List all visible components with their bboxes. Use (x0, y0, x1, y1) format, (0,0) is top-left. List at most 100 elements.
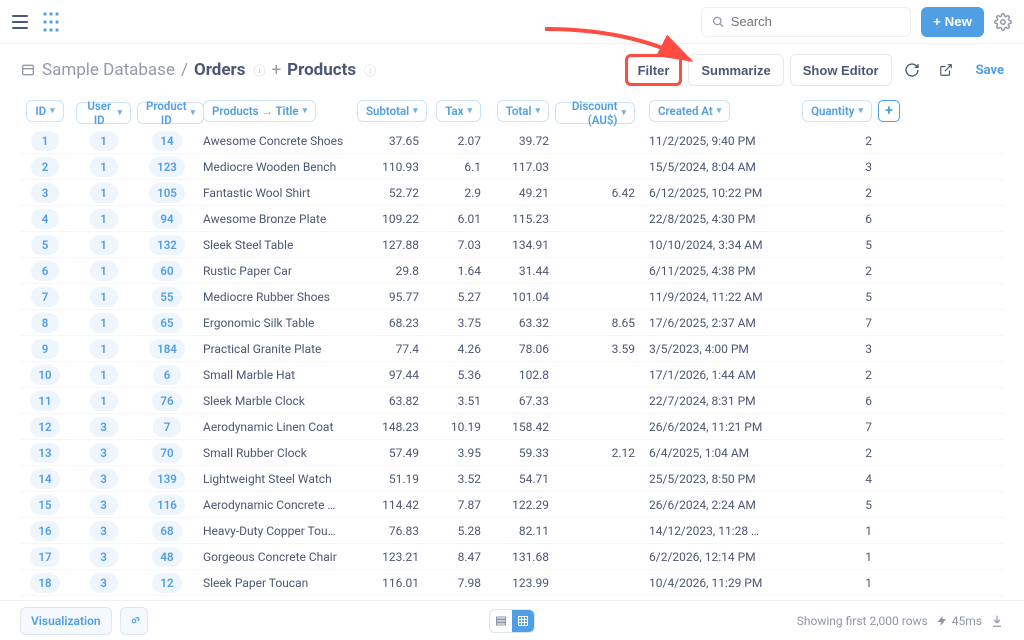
app-logo[interactable] (42, 11, 60, 33)
cell-product-id[interactable]: 60 (152, 261, 181, 281)
refresh-icon[interactable] (898, 56, 926, 84)
cell-id[interactable]: 3 (31, 183, 59, 203)
table-row[interactable]: 91184Practical Granite Plate77.44.2678.0… (20, 336, 1004, 362)
visualization-settings-button[interactable] (120, 607, 148, 635)
info-icon[interactable]: ⓘ (253, 62, 265, 79)
cell-id[interactable]: 10 (30, 365, 59, 385)
cell-user-id[interactable]: 1 (90, 287, 118, 307)
cell-product-id[interactable]: 184 (149, 339, 185, 359)
table-row[interactable]: 1016Small Marble Hat97.445.36102.817/1/2… (20, 362, 1004, 388)
table-row[interactable]: 153116Aerodynamic Concrete …114.427.8712… (20, 492, 1004, 518)
cell-product-id[interactable]: 7 (153, 417, 181, 437)
table-row[interactable]: 17348Gorgeous Concrete Chair123.218.4713… (20, 544, 1004, 570)
cell-product-id[interactable]: 12 (152, 573, 181, 593)
cell-product-id[interactable]: 76 (152, 391, 181, 411)
cell-product-id[interactable]: 94 (152, 209, 181, 229)
cell-user-id[interactable]: 3 (90, 469, 118, 489)
search-input[interactable] (731, 14, 900, 29)
cell-id[interactable]: 17 (30, 547, 59, 567)
table-row[interactable]: 1237Aerodynamic Linen Coat148.2310.19158… (20, 414, 1004, 440)
new-button[interactable]: + New (921, 7, 984, 37)
cell-id[interactable]: 5 (31, 235, 59, 255)
cell-user-id[interactable]: 3 (90, 495, 118, 515)
table-row[interactable]: 31105Fantastic Wool Shirt52.722.949.216.… (20, 180, 1004, 206)
table-row[interactable]: 7155Mediocre Rubber Shoes95.775.27101.04… (20, 284, 1004, 310)
cell-id[interactable]: 1 (31, 131, 59, 151)
cell-user-id[interactable]: 1 (90, 313, 118, 333)
cell-user-id[interactable]: 3 (90, 547, 118, 567)
cell-user-id[interactable]: 1 (90, 261, 118, 281)
table-row[interactable]: 1114Awesome Concrete Shoes37.652.0739.72… (20, 128, 1004, 154)
cell-user-id[interactable]: 1 (90, 235, 118, 255)
col-created[interactable]: Created At▾ (649, 100, 730, 122)
table-row[interactable]: 143139Lightweight Steel Watch51.193.5254… (20, 466, 1004, 492)
open-external-icon[interactable] (932, 56, 960, 84)
cell-product-id[interactable]: 132 (149, 235, 185, 255)
cell-user-id[interactable]: 1 (90, 131, 118, 151)
col-product-id[interactable]: Product ID▾ (137, 102, 204, 124)
cell-user-id[interactable]: 1 (90, 157, 118, 177)
summarize-button[interactable]: Summarize (688, 54, 783, 86)
col-user-id[interactable]: User ID▾ (76, 102, 131, 124)
cell-id[interactable]: 7 (31, 287, 59, 307)
table-row[interactable]: 4194Awesome Bronze Plate109.226.01115.23… (20, 206, 1004, 232)
table-row[interactable]: 193136Mediocre Marble Lamp105.27.23112.4… (20, 596, 1004, 598)
cell-id[interactable]: 6 (31, 261, 59, 281)
info-icon-2[interactable]: ⓘ (364, 62, 376, 79)
cell-user-id[interactable]: 3 (90, 443, 118, 463)
cell-product-id[interactable]: 65 (152, 313, 181, 333)
cell-id[interactable]: 18 (30, 573, 59, 593)
breadcrumb-root[interactable]: Sample Database (42, 60, 175, 80)
add-column-button[interactable]: + (878, 100, 900, 122)
cell-product-id[interactable]: 123 (149, 157, 185, 177)
table-view-icon[interactable] (512, 610, 534, 632)
cell-user-id[interactable]: 1 (90, 209, 118, 229)
cell-user-id[interactable]: 3 (90, 573, 118, 593)
table-row[interactable]: 18312Sleek Paper Toucan116.017.98123.991… (20, 570, 1004, 596)
col-total[interactable]: Total▾ (497, 100, 549, 122)
breadcrumb[interactable]: Sample Database / Orders ⓘ + Products ⓘ (20, 60, 376, 80)
col-subtotal[interactable]: Subtotal▾ (357, 100, 427, 122)
cell-id[interactable]: 14 (30, 469, 59, 489)
view-mode-toggle[interactable] (489, 609, 535, 633)
cell-user-id[interactable]: 1 (90, 339, 118, 359)
table-row[interactable]: 6160Rustic Paper Car29.81.6431.446/11/20… (20, 258, 1004, 284)
table-row[interactable]: 16368Heavy-Duty Copper Tou…76.835.2882.1… (20, 518, 1004, 544)
settings-icon[interactable] (994, 13, 1012, 31)
filter-button[interactable]: Filter (625, 54, 683, 86)
list-view-icon[interactable] (490, 610, 512, 632)
table-row[interactable]: 13370Small Rubber Clock57.493.9559.332.1… (20, 440, 1004, 466)
cell-product-id[interactable]: 70 (152, 443, 181, 463)
cell-id[interactable]: 11 (30, 391, 59, 411)
menu-icon[interactable] (12, 15, 28, 29)
cell-product-id[interactable]: 48 (152, 547, 181, 567)
cell-user-id[interactable]: 1 (90, 365, 118, 385)
breadcrumb-join[interactable]: Products (287, 60, 356, 80)
cell-product-id[interactable]: 6 (153, 365, 181, 385)
col-title[interactable]: Products → Title▾ (203, 100, 316, 122)
cell-id[interactable]: 15 (30, 495, 59, 515)
cell-product-id[interactable]: 116 (149, 495, 185, 515)
cell-user-id[interactable]: 1 (90, 391, 118, 411)
save-button[interactable]: Save (976, 63, 1004, 78)
col-tax[interactable]: Tax▾ (436, 100, 481, 122)
table-row[interactable]: 8165Ergonomic Silk Table68.233.7563.328.… (20, 310, 1004, 336)
cell-id[interactable]: 2 (31, 157, 59, 177)
cell-product-id[interactable]: 105 (149, 183, 185, 203)
visualization-button[interactable]: Visualization (20, 607, 112, 635)
search-input-wrap[interactable] (701, 7, 911, 37)
cell-product-id[interactable]: 55 (152, 287, 181, 307)
cell-product-id[interactable]: 68 (152, 521, 181, 541)
cell-product-id[interactable]: 14 (152, 131, 181, 151)
col-quantity[interactable]: Quantity▾ (802, 100, 872, 122)
cell-user-id[interactable]: 3 (90, 521, 118, 541)
cell-id[interactable]: 13 (30, 443, 59, 463)
breadcrumb-model[interactable]: Orders (194, 60, 246, 80)
table-row[interactable]: 21123Mediocre Wooden Bench110.936.1117.0… (20, 154, 1004, 180)
cell-id[interactable]: 4 (31, 209, 59, 229)
cell-product-id[interactable]: 139 (149, 469, 185, 489)
cell-user-id[interactable]: 3 (90, 417, 118, 437)
download-icon[interactable] (990, 614, 1004, 628)
cell-user-id[interactable]: 1 (90, 183, 118, 203)
table-row[interactable]: 51132Sleek Steel Table127.887.03134.9110… (20, 232, 1004, 258)
